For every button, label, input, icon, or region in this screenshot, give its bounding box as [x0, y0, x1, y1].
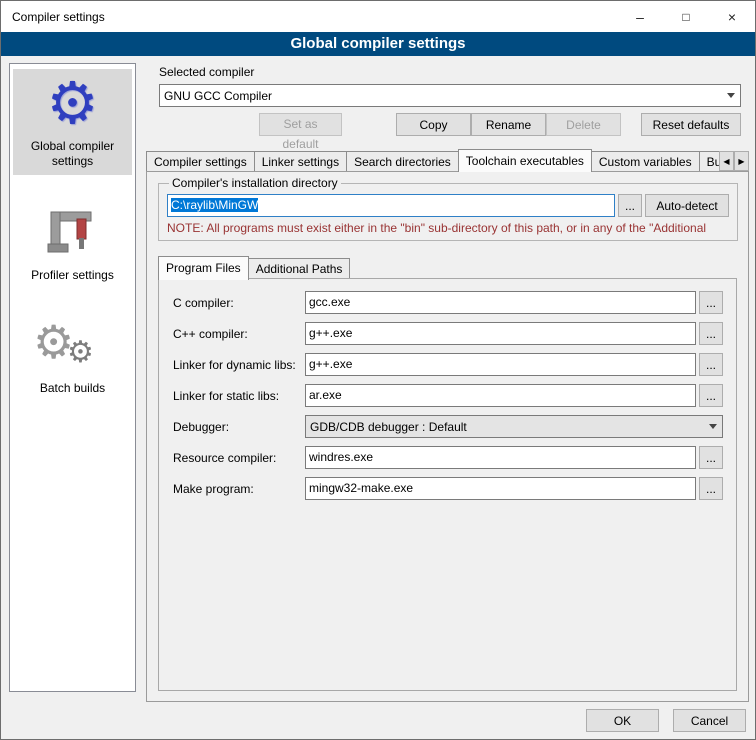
sidebar-item-profiler-settings[interactable]: Profiler settings: [13, 197, 132, 289]
field-row-cpp-compiler: C++ compiler: g++.exe ...: [173, 322, 723, 345]
field-label: Resource compiler:: [173, 451, 305, 465]
resource-compiler-input[interactable]: windres.exe: [305, 446, 696, 469]
installation-directory-group: Compiler's installation directory C:\ray…: [158, 176, 738, 241]
debugger-select[interactable]: GDB/CDB debugger : Default: [305, 415, 723, 438]
reset-defaults-button[interactable]: Reset defaults: [641, 113, 741, 136]
window-title: Compiler settings: [1, 10, 617, 24]
selected-compiler-select[interactable]: GNU GCC Compiler: [159, 84, 741, 107]
tab-custom-variables[interactable]: Custom variables: [591, 151, 700, 172]
field-label: C++ compiler:: [173, 327, 305, 341]
settings-tabstrip: Compiler settings Linker settings Search…: [146, 148, 749, 172]
group-title: Compiler's installation directory: [169, 176, 341, 190]
rename-button[interactable]: Rename: [471, 113, 546, 136]
field-label: C compiler:: [173, 296, 305, 310]
field-row-resource-compiler: Resource compiler: windres.exe ...: [173, 446, 723, 469]
minimize-button[interactable]: –: [617, 1, 663, 32]
tab-program-files[interactable]: Program Files: [158, 256, 249, 280]
close-button[interactable]: ×: [709, 1, 755, 32]
field-row-linker-static: Linker for static libs: ar.exe ...: [173, 384, 723, 407]
field-label: Linker for dynamic libs:: [173, 358, 305, 372]
tab-additional-paths[interactable]: Additional Paths: [248, 258, 351, 279]
sidebar-item-global-compiler-settings[interactable]: ⚙ Global compiler settings: [13, 69, 132, 175]
make-program-input[interactable]: mingw32-make.exe: [305, 477, 696, 500]
selected-compiler-label: Selected compiler: [159, 65, 254, 79]
chevron-down-icon: [722, 93, 740, 98]
cancel-button[interactable]: Cancel: [673, 709, 746, 732]
linker-static-input[interactable]: ar.exe: [305, 384, 696, 407]
profiler-icon: [15, 200, 130, 265]
install-dir-note: NOTE: All programs must exist either in …: [167, 221, 729, 235]
field-row-c-compiler: C compiler: gcc.exe ...: [173, 291, 723, 314]
browse-button[interactable]: ...: [699, 477, 723, 500]
program-files-panel: C compiler: gcc.exe ... C++ compiler: g+…: [158, 278, 737, 691]
installation-dir-input[interactable]: C:\raylib\MinGW: [167, 194, 615, 217]
tab-scroll-right-icon[interactable]: ▶: [734, 151, 749, 171]
tab-scroll-left-icon[interactable]: ◀: [719, 151, 734, 171]
maximize-button[interactable]: □: [663, 1, 709, 32]
browse-button[interactable]: ...: [699, 353, 723, 376]
browse-button[interactable]: ...: [699, 384, 723, 407]
auto-detect-button[interactable]: Auto-detect: [645, 194, 729, 217]
field-row-debugger: Debugger: GDB/CDB debugger : Default: [173, 415, 723, 438]
browse-button[interactable]: ...: [699, 322, 723, 345]
sidebar-item-label: Profiler settings: [15, 268, 130, 283]
tab-linker-settings[interactable]: Linker settings: [254, 151, 347, 172]
browse-dir-button[interactable]: ...: [618, 194, 642, 217]
field-label: Debugger:: [173, 420, 305, 434]
sidebar-item-label: Batch builds: [15, 381, 130, 396]
program-files-tabstrip: Program Files Additional Paths: [158, 256, 349, 279]
toolchain-executables-panel: Compiler's installation directory C:\ray…: [146, 171, 749, 702]
cpp-compiler-input[interactable]: g++.exe: [305, 322, 696, 345]
compiler-settings-dialog: Compiler settings – □ × Global compiler …: [0, 0, 756, 740]
browse-button[interactable]: ...: [699, 291, 723, 314]
sidebar-item-label: Global compiler settings: [15, 139, 130, 169]
field-row-make-program: Make program: mingw32-make.exe ...: [173, 477, 723, 500]
page-title: Global compiler settings: [1, 32, 755, 56]
ok-button[interactable]: OK: [586, 709, 659, 732]
chevron-down-icon: [704, 424, 722, 429]
c-compiler-input[interactable]: gcc.exe: [305, 291, 696, 314]
settings-sidebar: ⚙ Global compiler settings Profiler sett…: [9, 63, 136, 692]
tab-search-directories[interactable]: Search directories: [346, 151, 459, 172]
browse-button[interactable]: ...: [699, 446, 723, 469]
sidebar-item-batch-builds[interactable]: ⚙ ⚙ Batch builds: [13, 311, 132, 402]
title-bar: Compiler settings – □ ×: [1, 1, 755, 32]
set-as-default-button[interactable]: Set as default: [259, 113, 342, 136]
delete-button[interactable]: Delete: [546, 113, 621, 136]
linker-dynamic-input[interactable]: g++.exe: [305, 353, 696, 376]
gear-icon: ⚙: [15, 72, 130, 136]
tab-compiler-settings[interactable]: Compiler settings: [146, 151, 255, 172]
tab-toolchain-executables[interactable]: Toolchain executables: [458, 149, 592, 172]
field-label: Make program:: [173, 482, 305, 496]
field-label: Linker for static libs:: [173, 389, 305, 403]
copy-button[interactable]: Copy: [396, 113, 471, 136]
field-row-linker-dynamic: Linker for dynamic libs: g++.exe ...: [173, 353, 723, 376]
batch-builds-icon: ⚙ ⚙: [15, 314, 130, 378]
